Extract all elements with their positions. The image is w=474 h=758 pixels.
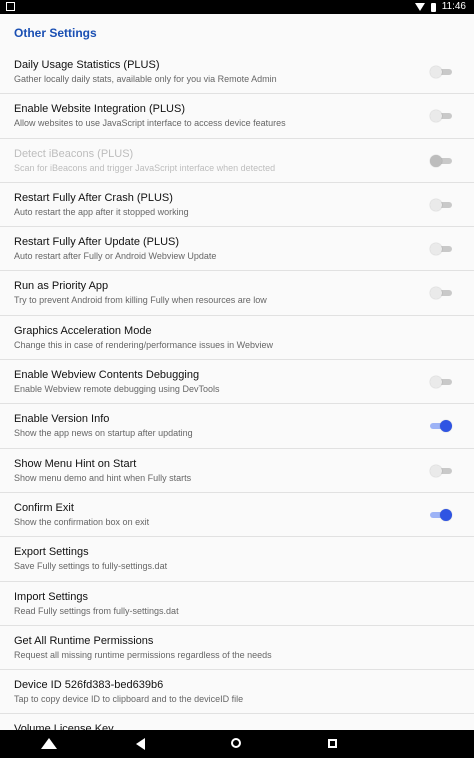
settings-item: Detect iBeacons (PLUS) Scan for iBeacons … — [0, 139, 474, 183]
settings-item[interactable]: Volume License Key — [0, 714, 474, 730]
settings-item-summary: Change this in case of rendering/perform… — [14, 339, 273, 350]
status-icons: 11:46 — [414, 1, 466, 13]
settings-item-title: Enable Website Integration (PLUS) — [14, 103, 185, 116]
settings-item-summary: Save Fully settings to fully-settings.da… — [14, 561, 168, 572]
toggle-switch[interactable] — [430, 508, 452, 521]
settings-item-summary: Auto restart after Fully or Android Webv… — [14, 251, 217, 262]
toggle-thumb — [430, 287, 442, 300]
settings-item-title: Restart Fully After Update (PLUS) — [14, 236, 180, 249]
section-title: Other Settings — [14, 26, 97, 40]
settings-item[interactable]: Get All Runtime Permissions Request all m… — [0, 626, 474, 671]
settings-item-summary: Enable Webview remote debugging using De… — [14, 384, 220, 395]
settings-item-title: Enable Webview Contents Debugging — [14, 369, 200, 382]
toggle-thumb — [430, 154, 442, 167]
settings-item-summary: Request all missing runtime permissions … — [14, 649, 272, 660]
settings-item-summary: Show the confirmation box on exit — [14, 516, 150, 527]
nav-home-icon[interactable] — [231, 738, 241, 748]
settings-item[interactable]: Graphics Acceleration Mode Change this in… — [0, 316, 474, 361]
toggle-switch[interactable] — [430, 66, 452, 78]
settings-item[interactable]: Daily Usage Statistics (PLUS) Gather loca… — [0, 50, 474, 95]
settings-item[interactable]: Confirm Exit Show the confirmation box on… — [0, 493, 474, 538]
toggle-thumb — [430, 110, 442, 123]
toggle-switch[interactable] — [430, 376, 452, 389]
nav-back-icon[interactable] — [136, 738, 145, 750]
notification-icon — [6, 2, 15, 11]
toggle-switch[interactable] — [430, 420, 452, 433]
toggle-thumb — [430, 198, 442, 211]
settings-item-summary: Read Fully settings from fully-settings.… — [14, 605, 179, 616]
toggle-switch[interactable] — [430, 110, 452, 123]
settings-item-title: Import Settings — [14, 590, 88, 603]
settings-item-summary: Allow websites to use JavaScript interfa… — [14, 118, 286, 129]
toggle-switch[interactable] — [430, 287, 452, 300]
settings-item[interactable]: Export Settings Save Fully settings to fu… — [0, 537, 474, 582]
settings-item-title: Enable Version Info — [14, 413, 110, 426]
settings-item-title: Graphics Acceleration Mode — [14, 324, 152, 337]
wifi-icon — [414, 3, 425, 11]
settings-item-title: Restart Fully After Crash (PLUS) — [14, 191, 173, 204]
settings-item[interactable]: Restart Fully After Update (PLUS) Auto re… — [0, 227, 474, 272]
settings-item-summary: Gather locally daily stats, available on… — [14, 74, 277, 84]
toggle-thumb — [430, 243, 442, 256]
battery-icon — [430, 2, 436, 12]
settings-item-title: Device ID 526fd383-bed639b6 — [14, 679, 164, 692]
settings-item[interactable]: Import Settings Read Fully settings from … — [0, 582, 474, 626]
settings-item-summary: Auto restart the app after it stopped wo… — [14, 206, 189, 217]
toggle-switch — [430, 154, 452, 167]
settings-item[interactable]: Enable Version Info Show the app news on … — [0, 404, 474, 449]
toggle-thumb — [430, 464, 442, 477]
status-time: 11:46 — [441, 1, 466, 12]
settings-item-summary: Show the app news on startup after updat… — [14, 428, 193, 439]
settings-item-title: Daily Usage Statistics (PLUS) — [14, 59, 160, 71]
settings-item[interactable]: Device ID 526fd383-bed639b6 Tap to copy d… — [0, 670, 474, 715]
toggle-thumb — [430, 66, 442, 78]
navigation-bar — [0, 730, 474, 758]
settings-item[interactable]: Run as Priority App Try to prevent Androi… — [0, 271, 474, 316]
settings-item-title: Export Settings — [14, 546, 89, 559]
settings-item-title: Detect iBeacons (PLUS) — [14, 147, 134, 160]
settings-item-summary: Try to prevent Android from killing Full… — [14, 295, 267, 306]
status-bar: 11:46 — [0, 0, 474, 14]
toggle-thumb — [430, 376, 442, 389]
toggle-thumb — [440, 420, 452, 433]
settings-content[interactable]: Other Settings Daily Usage Statistics (P… — [0, 14, 474, 730]
settings-item-title: Get All Runtime Permissions — [14, 634, 154, 647]
toggle-thumb — [440, 508, 452, 521]
settings-item[interactable]: Restart Fully After Crash (PLUS) Auto res… — [0, 183, 474, 228]
settings-item-summary: Scan for iBeacons and trigger JavaScript… — [14, 162, 276, 173]
settings-item-summary: Tap to copy device ID to clipboard and t… — [14, 694, 244, 705]
settings-item-summary: Show menu demo and hint when Fully start… — [14, 472, 192, 483]
settings-list: Daily Usage Statistics (PLUS) Gather loca… — [0, 50, 474, 730]
settings-item[interactable]: Enable Website Integration (PLUS) Allow w… — [0, 94, 474, 139]
toggle-switch[interactable] — [430, 464, 452, 477]
toggle-switch[interactable] — [430, 243, 452, 256]
nav-recent-apps-icon[interactable] — [328, 739, 337, 748]
settings-item-title: Confirm Exit — [14, 501, 74, 514]
settings-item[interactable]: Show Menu Hint on Start Show menu demo an… — [0, 449, 474, 493]
settings-item[interactable]: Enable Webview Contents Debugging Enable … — [0, 360, 474, 405]
toggle-switch[interactable] — [430, 198, 452, 211]
nav-up-icon[interactable] — [41, 738, 57, 749]
settings-item-title: Show Menu Hint on Start — [14, 457, 137, 470]
settings-item-title: Run as Priority App — [14, 280, 109, 293]
